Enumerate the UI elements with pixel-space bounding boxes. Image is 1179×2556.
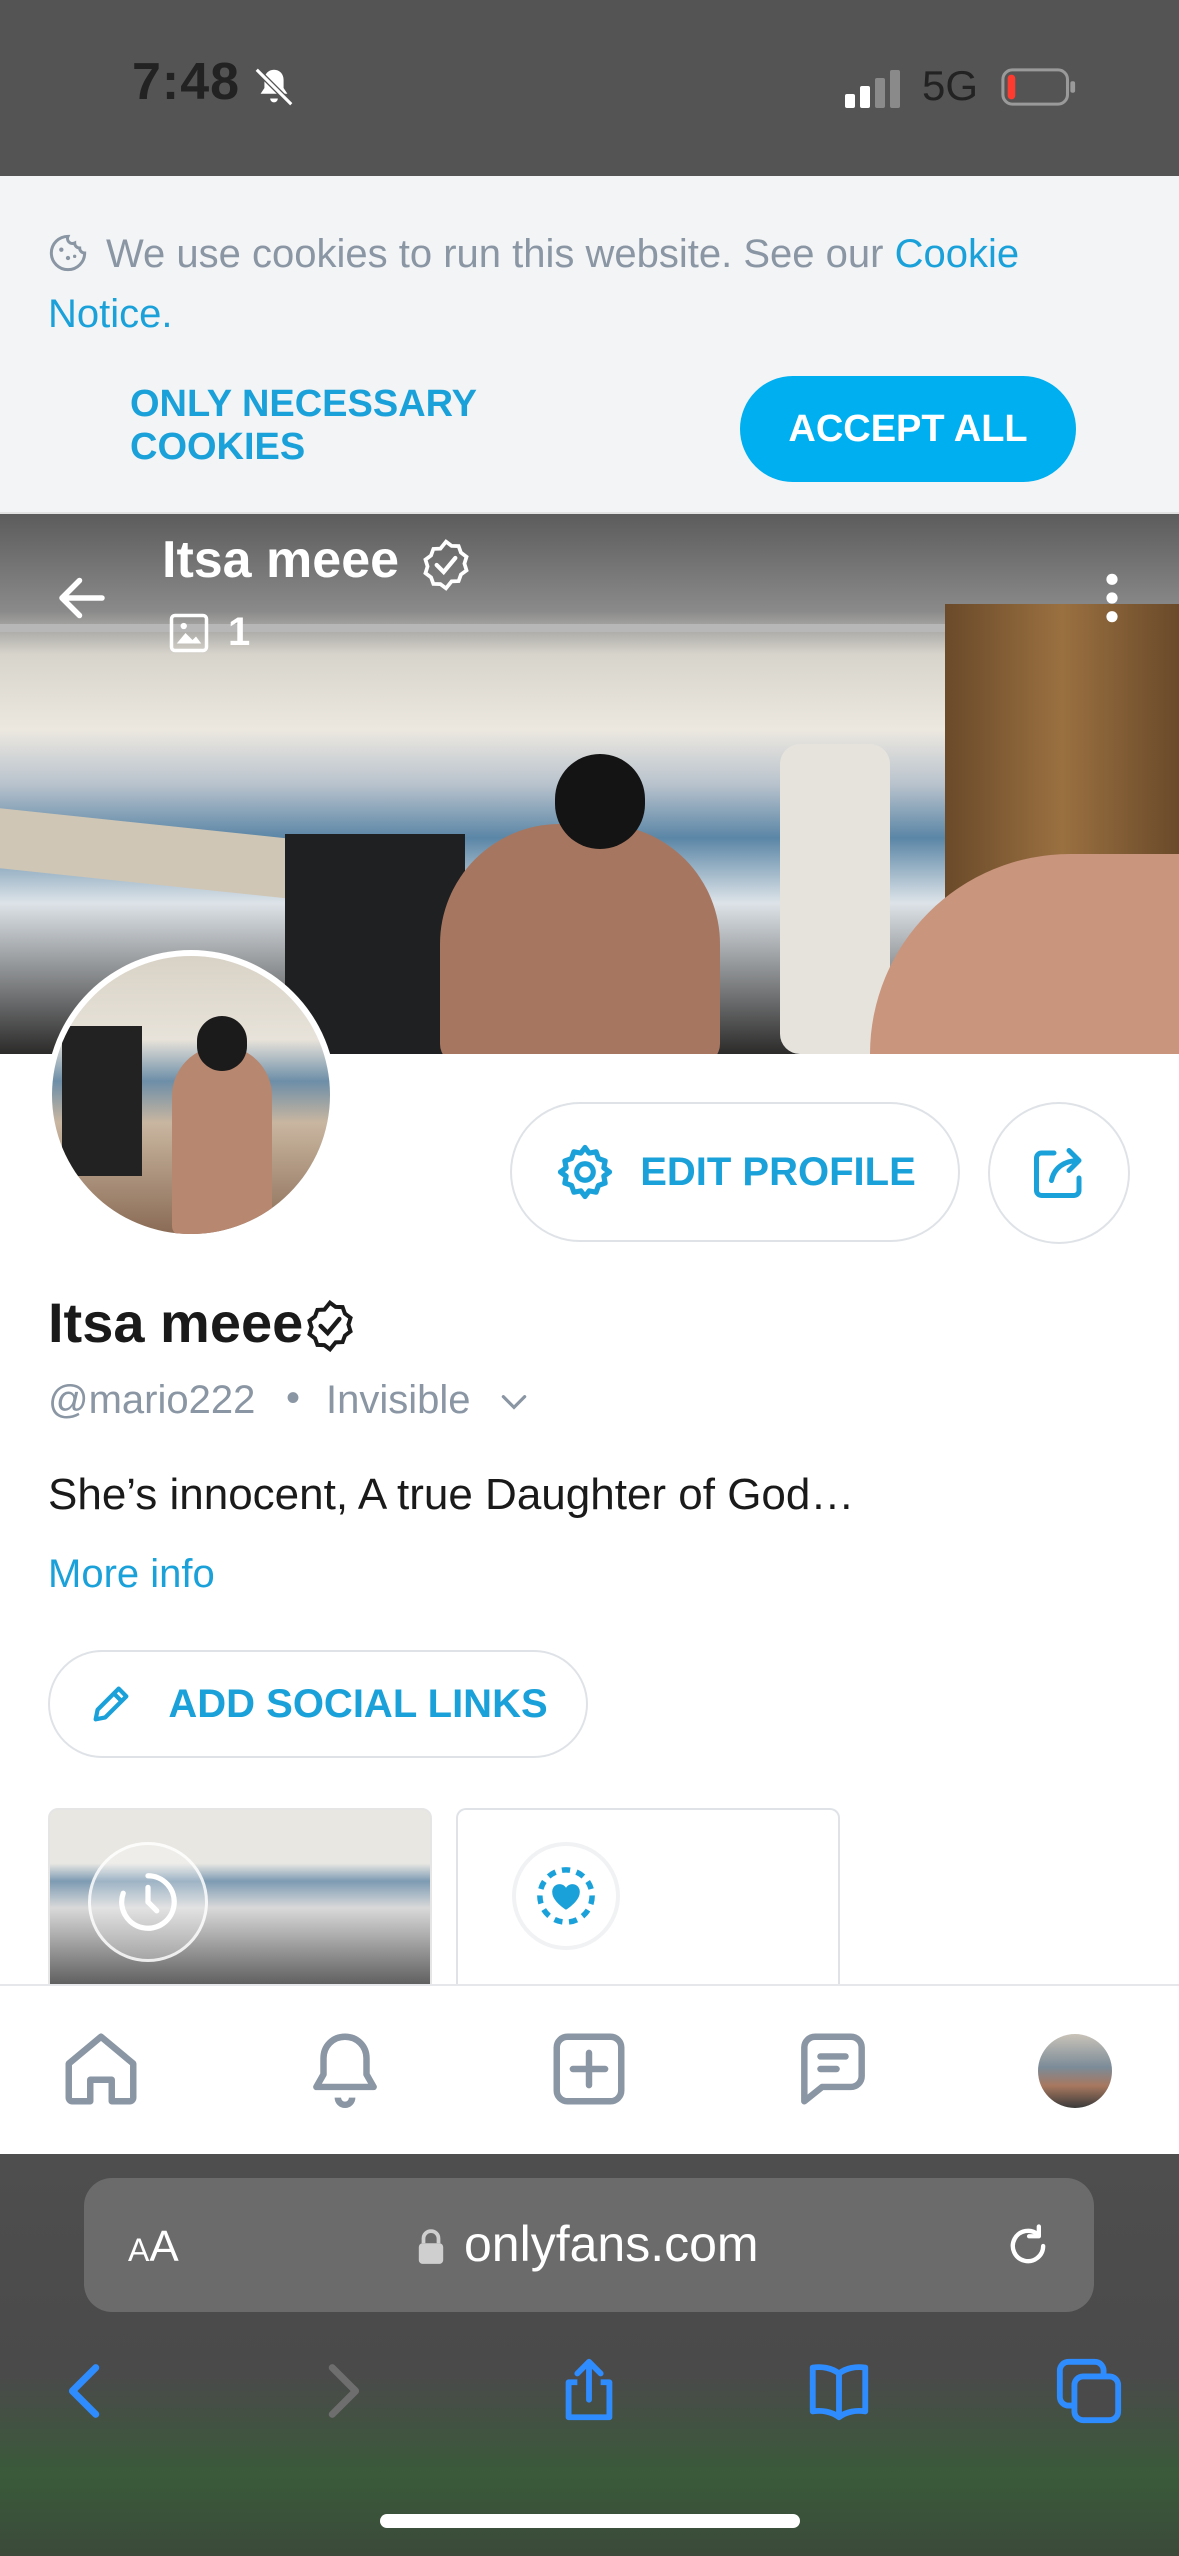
aa-large: A <box>149 2222 179 2271</box>
clock-icon <box>119 1873 177 1931</box>
tab-profile-avatar[interactable] <box>1038 2034 1112 2108</box>
status-time: 7:48 <box>132 53 241 111</box>
story-tile-overlay <box>88 1842 208 1962</box>
cookie-banner: We use cookies to run this website. See … <box>0 176 1179 514</box>
cookie-text: We use cookies to run this website. See … <box>48 224 1128 344</box>
share-icon <box>1034 1148 1082 1198</box>
heart-icon <box>537 1867 595 1925</box>
browser-back-icon[interactable] <box>52 2356 122 2426</box>
browser-forward-icon <box>328 2364 360 2418</box>
highlight-tile-icon-wrap <box>516 1846 616 1946</box>
image-icon <box>169 613 209 653</box>
media-count: 1 <box>228 610 251 654</box>
more-vertical-icon[interactable] <box>1100 570 1124 626</box>
edit-profile-button[interactable]: EDIT PROFILE <box>510 1102 960 1242</box>
profile-handle: @mario222 <box>48 1378 256 1422</box>
share-profile-button[interactable] <box>988 1102 1130 1244</box>
bell-slash-icon <box>254 67 294 107</box>
home-indicator <box>380 2514 800 2528</box>
bookmarks-icon[interactable] <box>804 2356 874 2426</box>
cookie-period: . <box>161 292 173 336</box>
accept-all-button[interactable]: ACCEPT ALL <box>740 376 1076 482</box>
cookie-icon <box>49 234 87 272</box>
verified-icon <box>423 539 469 591</box>
gear-icon <box>558 1144 613 1200</box>
add-post-icon[interactable] <box>546 2026 632 2112</box>
tabs-icon[interactable] <box>1054 2356 1124 2426</box>
browser-share-icon[interactable] <box>554 2356 624 2426</box>
bell-icon[interactable] <box>302 2026 388 2112</box>
more-info-link[interactable]: More info <box>48 1552 215 1597</box>
avatar[interactable] <box>52 956 330 1234</box>
add-social-links-label: ADD SOCIAL LINKS <box>168 1681 548 1726</box>
home-icon[interactable] <box>58 2026 144 2112</box>
verified-icon <box>307 1299 353 1353</box>
back-arrow-icon[interactable] <box>52 568 112 628</box>
add-social-links-button[interactable]: ADD SOCIAL LINKS <box>48 1650 588 1758</box>
signal-icon <box>845 70 900 108</box>
cookie-message: We use cookies to run this website. See … <box>106 232 895 276</box>
visibility-status[interactable]: Invisible <box>326 1378 471 1423</box>
aa-small: A <box>128 2232 150 2268</box>
highlight-tile[interactable] <box>456 1808 840 1990</box>
lock-icon <box>418 2229 444 2264</box>
edit-profile-label: EDIT PROFILE <box>640 1149 916 1194</box>
network-type: 5G <box>922 62 979 109</box>
pencil-icon <box>93 1686 129 1722</box>
profile-bio: She’s innocent, A true Daughter of God… <box>48 1470 855 1519</box>
chevron-down-icon[interactable] <box>498 1388 530 1416</box>
reader-text-size-button[interactable]: AA <box>128 2222 179 2272</box>
reload-icon[interactable] <box>1002 2220 1054 2272</box>
profile-name: Itsa meee <box>48 1291 304 1354</box>
url-text[interactable]: onlyfans.com <box>464 2215 759 2273</box>
header-name: Itsa meee <box>162 531 400 589</box>
battery-icon <box>1001 68 1076 106</box>
messages-icon[interactable] <box>790 2026 876 2112</box>
only-necessary-cookies-button[interactable]: ONLY NECESSARY COOKIES <box>130 376 550 476</box>
separator-dot: • <box>286 1376 301 1420</box>
